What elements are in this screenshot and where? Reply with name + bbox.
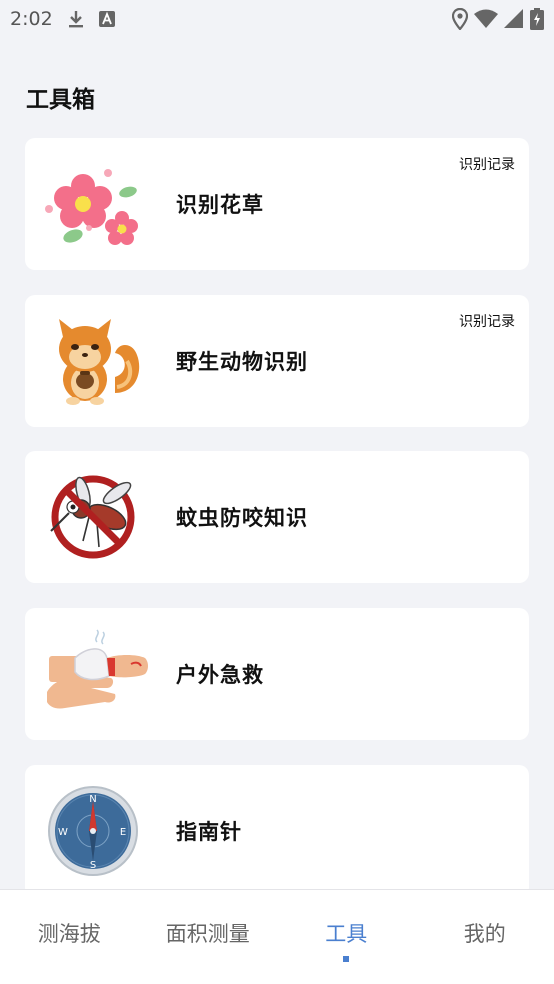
wifi-icon — [474, 9, 498, 29]
bandage-hand-icon — [45, 628, 148, 720]
tool-label: 指南针 — [176, 820, 242, 844]
tool-label: 户外急救 — [176, 663, 264, 687]
status-time: 2:02 — [10, 8, 53, 30]
record-link[interactable]: 识别记录 — [459, 154, 515, 174]
compass-north-label: N — [89, 794, 96, 805]
no-mosquito-icon — [45, 471, 141, 563]
tool-label: 识别花草 — [176, 193, 264, 217]
tool-card-mosquito-bite[interactable]: 蚊虫防咬知识 — [25, 451, 529, 583]
location-icon — [452, 8, 468, 30]
tool-card-first-aid[interactable]: 户外急救 — [25, 608, 529, 740]
active-tab-indicator — [343, 956, 350, 962]
compass-icon: N E S W — [45, 785, 141, 877]
compass-east-label: E — [120, 827, 126, 838]
signal-icon — [504, 9, 524, 29]
squirrel-icon — [45, 315, 141, 407]
tab-label: 面积测量 — [165, 922, 250, 946]
flower-icon — [45, 158, 141, 250]
tab-tools[interactable]: 工具 — [277, 890, 416, 984]
compass-west-label: W — [58, 827, 68, 838]
tool-card-compass[interactable]: N E S W 指南针 — [25, 765, 529, 897]
record-link[interactable]: 识别记录 — [459, 311, 515, 331]
tool-label: 野生动物识别 — [176, 350, 308, 374]
tool-label: 蚊虫防咬知识 — [176, 506, 308, 530]
status-bar: 2:02 — [0, 0, 554, 38]
page-title: 工具箱 — [26, 87, 95, 113]
app-notification-icon — [98, 11, 115, 27]
tab-altitude[interactable]: 测海拔 — [0, 890, 139, 984]
download-icon — [67, 9, 85, 29]
tab-label: 我的 — [463, 922, 506, 946]
tool-card-wildlife-id[interactable]: 野生动物识别 识别记录 — [25, 295, 529, 427]
compass-south-label: S — [90, 860, 96, 871]
battery-icon — [530, 8, 544, 30]
tool-card-plant-id[interactable]: 识别花草 识别记录 — [25, 138, 529, 270]
tab-label: 测海拔 — [37, 922, 101, 946]
tab-area-measure[interactable]: 面积测量 — [139, 890, 278, 984]
tab-mine[interactable]: 我的 — [416, 890, 554, 984]
tab-label: 工具 — [325, 922, 368, 946]
bottom-nav: 测海拔 面积测量 工具 我的 — [0, 889, 554, 984]
